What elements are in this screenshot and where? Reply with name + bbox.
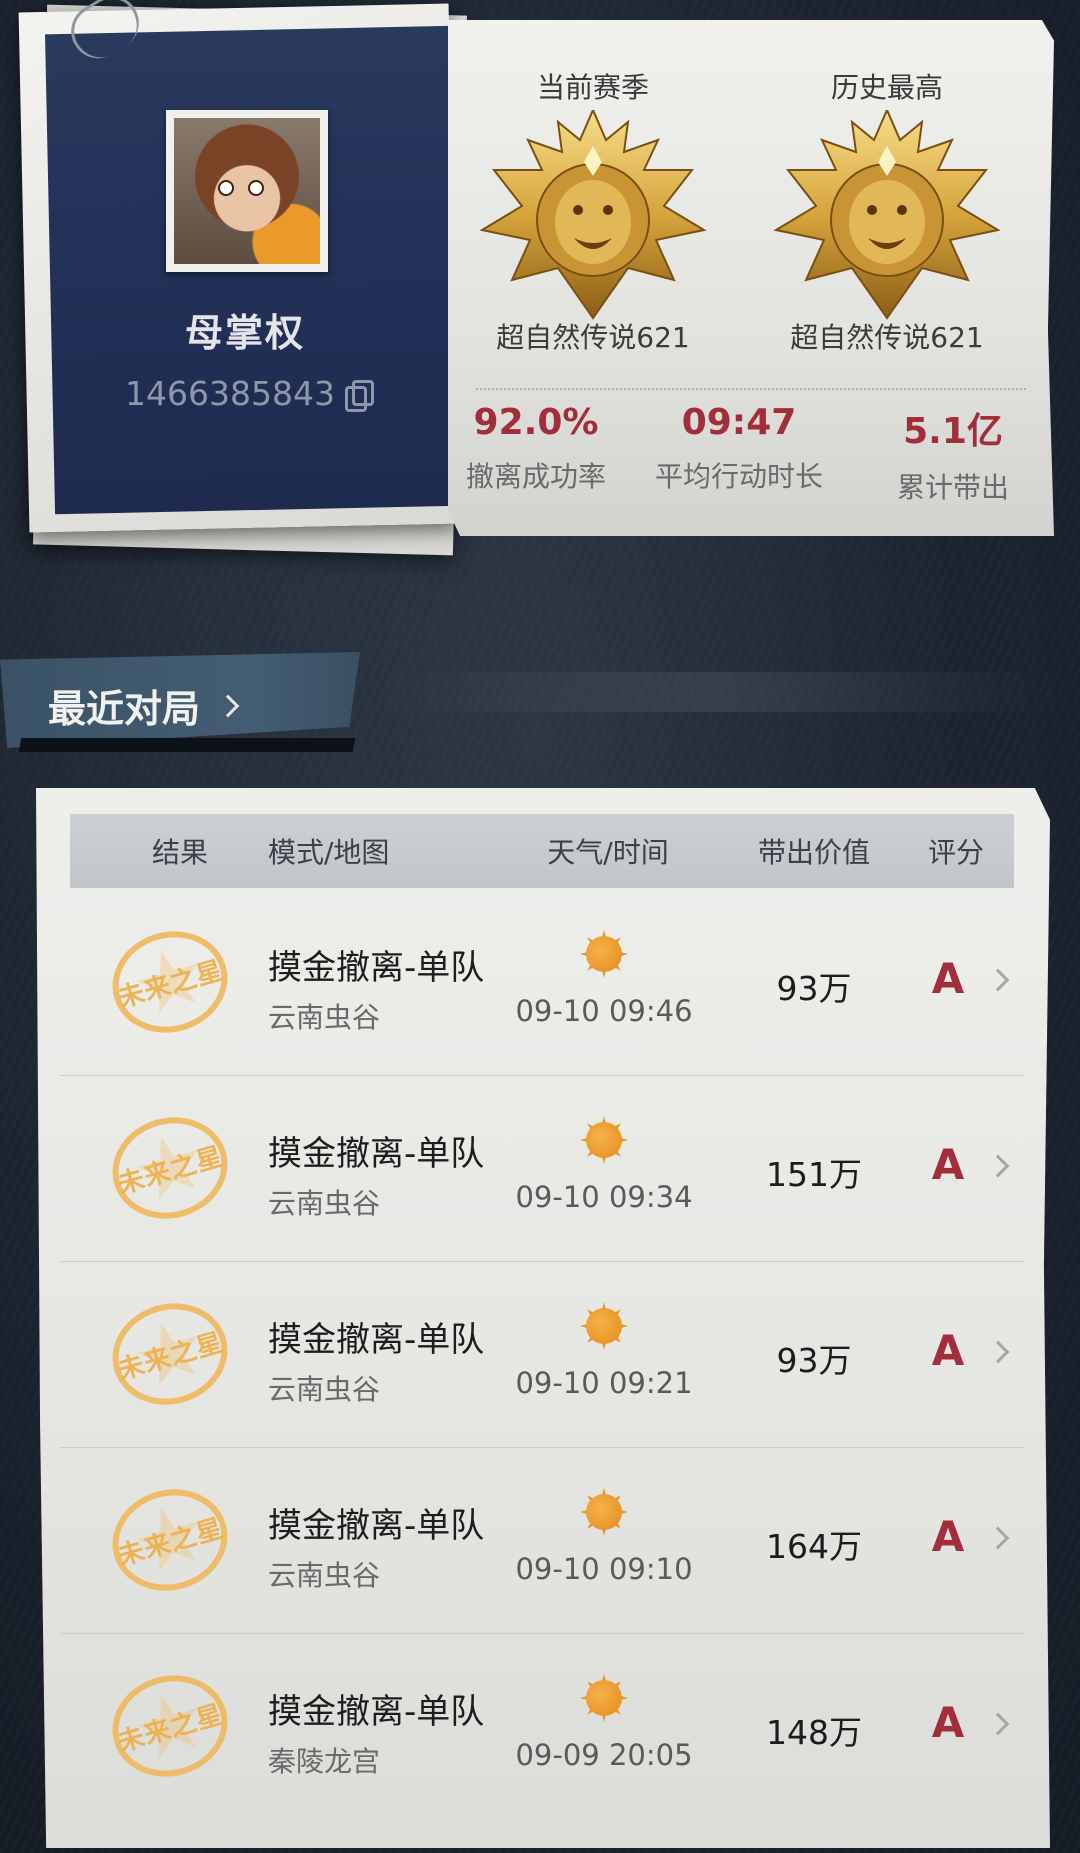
future-star-stamp-icon: 未来之星 <box>100 1475 240 1605</box>
header-score: 评分 <box>927 836 984 869</box>
stat-label: 平均行动时长 <box>654 460 823 493</box>
future-star-stamp-icon: 未来之星 <box>100 1103 240 1233</box>
future-star-stamp-icon: 未来之星 <box>100 1289 240 1419</box>
avatar-image <box>174 118 320 264</box>
header-mode-map: 模式/地图 <box>268 836 390 869</box>
rank-tier-current: 超自然传说621 <box>496 321 690 354</box>
match-map: 秦陵龙宫 <box>268 1745 381 1778</box>
match-mode: 摸金撤离-单队 <box>268 1506 485 1546</box>
stat-extract-rate: 92.0% 撤离成功率 <box>456 402 616 495</box>
sun-icon <box>574 1110 634 1170</box>
stat-value: 5.1亿 <box>903 411 1003 452</box>
match-mode: 摸金撤离-单队 <box>268 1134 485 1174</box>
match-row[interactable]: 未来之星 摸金撤离-单队 云南虫谷 09-10 09:21 93万 A <box>60 1262 1024 1448</box>
rank-panel: 当前赛季 超自然传说621 历史最高 超自然传说621 92.0% 撤离成功率 … <box>448 20 1054 536</box>
match-value: 93万 <box>776 1341 852 1380</box>
player-name: 母掌权 <box>184 311 305 355</box>
rank-label-current: 当前赛季 <box>536 71 649 104</box>
match-row[interactable]: 未来之星 摸金撤离-单队 秦陵龙宫 09-09 20:05 148万 A <box>60 1634 1024 1820</box>
match-row[interactable]: 未来之星 摸金撤离-单队 云南虫谷 09-10 09:34 151万 A <box>60 1076 1024 1262</box>
lion-rank-emblem-icon <box>773 110 1001 320</box>
recent-matches-link[interactable]: 最近对局 <box>48 678 240 733</box>
sun-icon <box>574 924 634 984</box>
recent-matches-title: 最近对局 <box>48 687 201 731</box>
match-grade: A <box>931 1326 965 1375</box>
stat-label: 累计带出 <box>896 471 1009 504</box>
stat-avg-duration: 09:47 平均行动时长 <box>644 402 834 495</box>
match-value: 148万 <box>766 1713 862 1752</box>
stats-divider <box>476 388 1026 390</box>
avatar[interactable] <box>166 110 328 272</box>
header-weather-time: 天气/时间 <box>547 836 669 869</box>
stamp-text: 未来之星 <box>114 1327 227 1386</box>
rank-tier-best: 超自然传说621 <box>790 321 984 354</box>
chevron-right-icon <box>986 1526 1010 1550</box>
chevron-right-icon <box>986 1712 1010 1736</box>
match-time: 09-10 09:21 <box>515 1366 693 1400</box>
table-header: 结果 模式/地图 天气/时间 带出价值 评分 <box>70 814 1014 888</box>
future-star-stamp-icon: 未来之星 <box>100 1661 240 1791</box>
sun-icon <box>574 1296 634 1356</box>
stamp-text: 未来之星 <box>114 1699 227 1758</box>
avatar-eye <box>218 180 234 196</box>
match-map: 云南虫谷 <box>268 1559 381 1592</box>
match-time: 09-10 09:34 <box>515 1180 693 1214</box>
stamp-text: 未来之星 <box>114 955 227 1014</box>
match-mode: 摸金撤离-单队 <box>268 1320 485 1360</box>
chevron-right-icon <box>986 1340 1010 1364</box>
stat-total-extracted: 5.1亿 累计带出 <box>868 402 1038 506</box>
match-row[interactable]: 未来之星 摸金撤离-单队 云南虫谷 09-10 09:46 93万 A <box>60 890 1024 1076</box>
sun-icon <box>574 1668 634 1728</box>
rank-label-best: 历史最高 <box>830 71 943 104</box>
lion-rank-emblem-icon <box>479 110 707 320</box>
match-grade: A <box>931 1512 965 1561</box>
match-grade: A <box>931 954 965 1003</box>
match-value: 151万 <box>766 1155 862 1194</box>
stat-value: 92.0% <box>473 402 599 443</box>
background-strip <box>380 672 1060 712</box>
match-value: 164万 <box>766 1527 862 1566</box>
best-rank[interactable]: 历史最高 超自然传说621 <box>742 20 1032 356</box>
match-mode: 摸金撤离-单队 <box>268 1692 485 1732</box>
match-map: 云南虫谷 <box>268 1001 381 1034</box>
match-grade: A <box>931 1698 965 1747</box>
player-id: 1466385843 <box>125 374 335 413</box>
avatar-eye <box>248 180 264 196</box>
match-map: 云南虫谷 <box>268 1187 381 1220</box>
chevron-right-icon <box>216 694 240 717</box>
banner-shadow <box>18 738 356 752</box>
match-time: 09-10 09:46 <box>515 994 693 1028</box>
future-star-stamp-icon: 未来之星 <box>100 917 240 1047</box>
match-row[interactable]: 未来之星 摸金撤离-单队 云南虫谷 09-10 09:10 164万 A <box>60 1448 1024 1634</box>
copy-icon[interactable] <box>343 379 374 412</box>
match-mode: 摸金撤离-单队 <box>268 948 485 988</box>
sun-icon <box>574 1482 634 1542</box>
stat-value: 09:47 <box>681 402 797 443</box>
chevron-right-icon <box>986 1154 1010 1178</box>
header-value: 带出价值 <box>757 836 870 869</box>
match-time: 09-10 09:10 <box>515 1552 693 1586</box>
chevron-right-icon <box>986 968 1010 992</box>
match-value: 93万 <box>776 969 852 1008</box>
header-result: 结果 <box>151 836 208 869</box>
stamp-text: 未来之星 <box>114 1141 227 1200</box>
match-grade: A <box>931 1140 965 1189</box>
stamp-text: 未来之星 <box>114 1513 227 1572</box>
match-map: 云南虫谷 <box>268 1373 381 1406</box>
stat-label: 撤离成功率 <box>465 460 606 493</box>
match-time: 09-09 20:05 <box>515 1738 693 1772</box>
player-id-row[interactable]: 1466385843 <box>118 374 378 413</box>
current-season-rank[interactable]: 当前赛季 超自然传说621 <box>448 20 738 356</box>
